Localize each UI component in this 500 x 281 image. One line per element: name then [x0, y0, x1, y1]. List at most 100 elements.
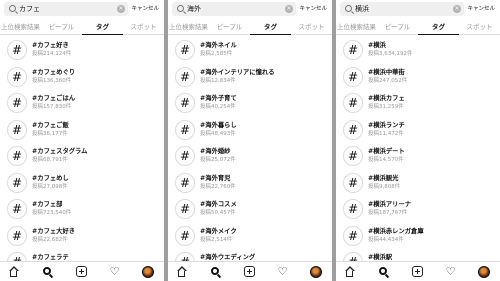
clear-icon[interactable]: × [117, 5, 125, 13]
hashtag-result-item[interactable]: # #横浜アリーナ 投稿187,767件 [336, 197, 500, 224]
hashtag-result-item[interactable]: # #横浜中華街 投稿247,052件 [336, 65, 500, 92]
hashtag-icon: # [7, 93, 27, 113]
hashtag-post-count: 投稿12,834件 [200, 77, 236, 84]
hashtag-icon: # [343, 172, 363, 193]
hashtag-result-item[interactable]: # #海外子育て 投稿40,254件 [168, 91, 332, 118]
heart-icon[interactable]: ♡ [277, 266, 288, 277]
tab-people[interactable]: ピープル [41, 22, 82, 32]
tab-top[interactable]: 上位検索結果 [168, 22, 209, 32]
bottom-navigation: ♡ [0, 261, 164, 281]
search-tab-icon[interactable] [42, 266, 54, 278]
hashtag-result-item[interactable]: # #カフェめし 投稿27,098件 [0, 171, 164, 198]
cancel-button[interactable]: キャンセル [299, 5, 327, 13]
hashtag-post-count: 投稿157,830件 [32, 104, 72, 110]
hashtag-result-item[interactable]: # #カフェスタグラム 投稿68,791件 [0, 144, 164, 171]
hashtag-post-count: 投稿187,767件 [368, 210, 408, 216]
heart-icon[interactable]: ♡ [445, 266, 456, 277]
hashtag-post-count: 投稿22,760件 [200, 183, 236, 190]
tab-people[interactable]: ピープル [209, 22, 250, 32]
tab-places[interactable]: スポット [291, 22, 332, 32]
profile-avatar[interactable] [142, 265, 154, 278]
hashtag-result-item[interactable]: # #カフェラテ [0, 250, 164, 261]
tab-tags[interactable]: タグ [250, 22, 291, 32]
search-bar[interactable]: カフェ × [4, 2, 128, 16]
hashtag-result-item[interactable]: # #海外暮らし 投稿48,493件 [168, 118, 332, 145]
profile-avatar[interactable] [478, 265, 490, 278]
hashtag-results-list: # #横浜 投稿3,634,192件 # #横浜中華街 投稿247,052件 # #横浜カフェ… [336, 38, 500, 261]
tab-tags[interactable]: タグ [82, 22, 123, 32]
hashtag-result-item[interactable]: # #海外コスメ 投稿50,457件 [168, 197, 332, 224]
hashtag-result-item[interactable]: # #横浜ランチ 投稿11,472件 [336, 118, 500, 145]
hashtag-name: #横浜観光 [368, 174, 399, 182]
hashtag-icon: # [7, 40, 27, 60]
hashtag-icon: # [7, 252, 27, 261]
search-bar[interactable]: 横浜 × [340, 2, 464, 16]
tab-top[interactable]: 上位検索結果 [0, 22, 41, 32]
hashtag-name: #海外育児 [200, 174, 231, 182]
hashtag-post-count: 投稿136,360件 [32, 77, 72, 84]
hashtag-name: #横浜 [368, 42, 386, 49]
clear-icon[interactable]: × [453, 5, 461, 13]
hashtag-icon: # [343, 40, 363, 60]
hashtag-post-count: 投稿44,434件 [368, 236, 404, 243]
hashtag-name: #海外暮らし [200, 121, 237, 129]
search-input[interactable]: 海外 [187, 4, 201, 14]
hashtag-post-count: 投稿2,514件 [200, 236, 233, 243]
hashtag-icon: # [175, 225, 195, 246]
hashtag-result-item[interactable]: # #カフェご飯 投稿36,177件 [0, 118, 164, 145]
hashtag-icon: # [175, 93, 195, 113]
hashtag-post-count: 投稿31,259件 [368, 104, 404, 110]
search-input[interactable]: 横浜 [355, 4, 369, 14]
search-tab-icon[interactable] [378, 266, 390, 278]
home-icon[interactable] [176, 266, 187, 277]
hashtag-result-item[interactable]: # #カフェめぐり 投稿136,360件 [0, 65, 164, 92]
hashtag-icon: # [343, 119, 363, 140]
hashtag-icon: # [7, 225, 27, 246]
add-post-icon[interactable] [244, 266, 255, 277]
hashtag-result-item[interactable]: # #横浜観光 投稿9,808件 [336, 171, 500, 198]
hashtag-result-item[interactable]: # #横浜 投稿3,634,192件 [336, 38, 500, 65]
hashtag-name: #カフェめぐり [32, 68, 76, 76]
tab-top[interactable]: 上位検索結果 [336, 22, 377, 32]
hashtag-result-item[interactable]: # #カフェごはん 投稿157,830件 [0, 91, 164, 118]
hashtag-result-item[interactable]: # #横浜カフェ 投稿31,259件 [336, 91, 500, 118]
hashtag-name: #横浜駅 [368, 254, 393, 261]
cancel-button[interactable]: キャンセル [467, 5, 495, 13]
add-post-icon[interactable] [412, 266, 423, 277]
hashtag-name: #海外インテリアに憧れる [200, 68, 275, 76]
heart-icon[interactable]: ♡ [109, 266, 120, 277]
hashtag-result-item[interactable]: # #カフェ大好き 投稿22,682件 [0, 224, 164, 251]
search-tabs: 上位検索結果 ピープル タグ スポット [168, 19, 332, 35]
tab-places[interactable]: スポット [123, 22, 164, 32]
search-bar[interactable]: 海外 × [172, 2, 296, 16]
tab-people[interactable]: ピープル [377, 22, 418, 32]
cancel-button[interactable]: キャンセル [131, 5, 159, 13]
hashtag-icon: # [175, 199, 195, 219]
hashtag-post-count: 投稿2,585件 [200, 51, 233, 57]
hashtag-result-item[interactable]: # #横浜デート 投稿14,570件 [336, 144, 500, 171]
hashtag-result-item[interactable]: # #横浜駅 [336, 250, 500, 261]
clear-icon[interactable]: × [285, 5, 293, 13]
hashtag-post-count: 投稿36,177件 [32, 130, 68, 137]
search-input[interactable]: カフェ [19, 4, 40, 14]
hashtag-result-item[interactable]: # #カフェ好き 投稿214,124件 [0, 38, 164, 65]
home-icon[interactable] [8, 266, 19, 277]
hashtag-result-item[interactable]: # #カフェ部 投稿723,540件 [0, 197, 164, 224]
hashtag-result-item[interactable]: # #海外育児 投稿22,760件 [168, 171, 332, 198]
hashtag-post-count: 投稿68,791件 [32, 157, 68, 163]
hashtag-result-item[interactable]: # #海外メイク 投稿2,514件 [168, 224, 332, 251]
hashtag-result-item[interactable]: # #横浜赤レンガ倉庫 投稿44,434件 [336, 224, 500, 251]
hashtag-name: #海外ネイル [200, 42, 237, 49]
tab-places[interactable]: スポット [459, 22, 500, 32]
hashtag-result-item[interactable]: # #海外ネイル 投稿2,585件 [168, 38, 332, 65]
add-post-icon[interactable] [76, 266, 87, 277]
search-tab-icon[interactable] [210, 266, 222, 278]
tab-tags[interactable]: タグ [418, 22, 459, 32]
profile-avatar[interactable] [310, 265, 322, 278]
hashtag-result-item[interactable]: # #海外インテリアに憧れる 投稿12,834件 [168, 65, 332, 92]
hashtag-result-item[interactable]: # #海外ウエディング [168, 250, 332, 261]
home-icon[interactable] [344, 266, 355, 277]
hashtag-post-count: 投稿40,254件 [200, 104, 236, 110]
hashtag-result-item[interactable]: # #海外婚紗 投稿25,072件 [168, 144, 332, 171]
search-icon [177, 5, 184, 12]
